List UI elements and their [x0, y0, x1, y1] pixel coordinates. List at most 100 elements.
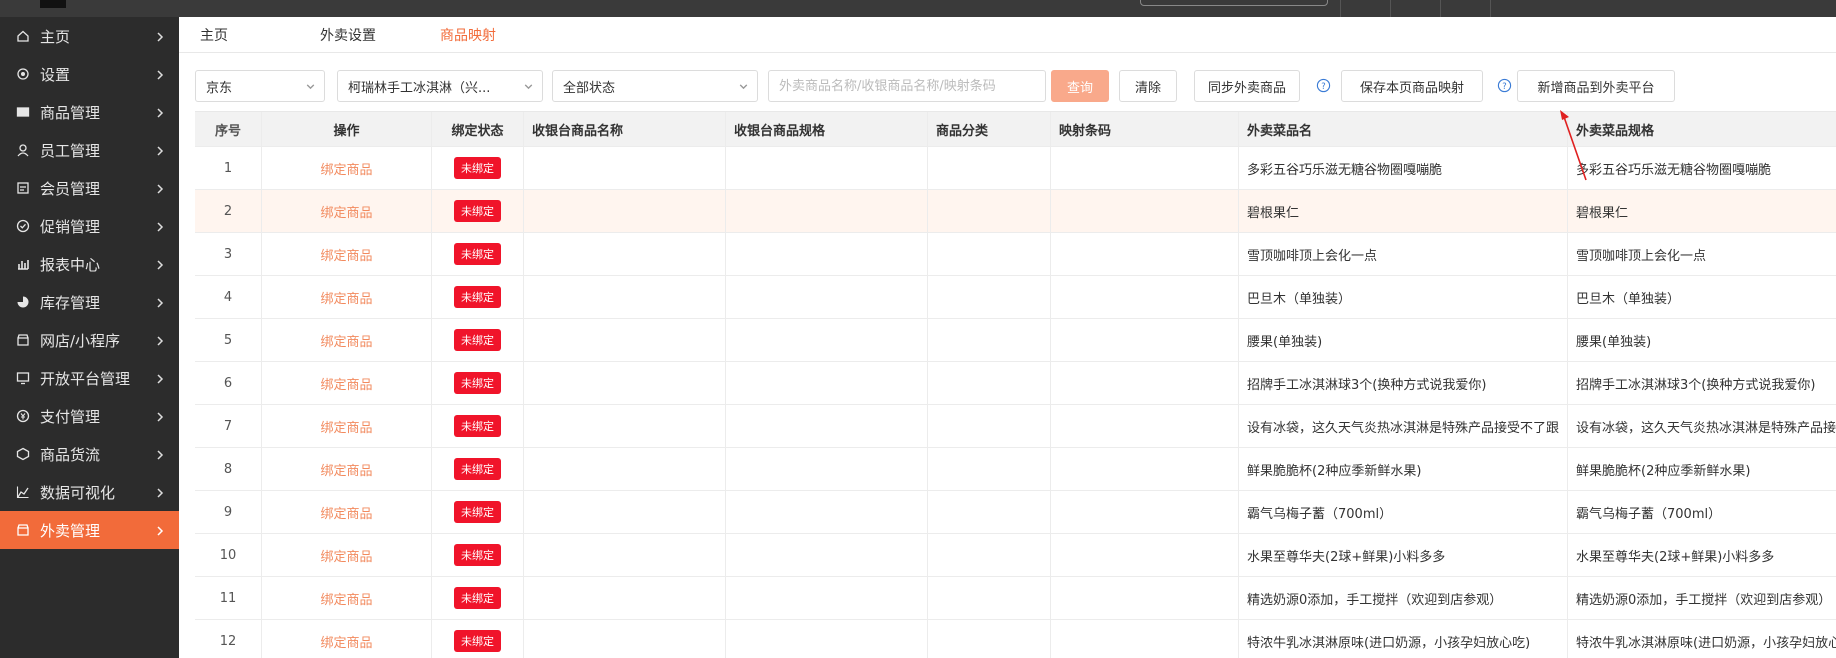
sidebar-item-label: 商品货流 — [40, 445, 101, 464]
bind-product-link[interactable]: 绑定商品 — [320, 331, 372, 350]
clear-button[interactable]: 清除 — [1119, 70, 1177, 102]
query-button[interactable]: 查询 — [1051, 70, 1109, 102]
save-page-mapping-button[interactable]: 保存本页商品映射 — [1341, 70, 1483, 102]
delivery-dish-name-cell: 雪顶咖啡顶上会化一点 — [1239, 233, 1568, 275]
sidebar-item[interactable]: 数据可视化 — [0, 473, 179, 511]
product-category-cell — [928, 276, 1051, 318]
pos-product-name-cell — [524, 362, 726, 404]
help-icon[interactable]: ? — [1497, 78, 1512, 93]
sidebar-item[interactable]: 开放平台管理 — [0, 359, 179, 397]
mapping-table: 序号 操作 绑定状态 收银台商品名称 收银台商品规格 商品分类 映射条码 外卖菜… — [195, 111, 1836, 658]
row-index: 9 — [223, 504, 233, 520]
mapping-barcode-cell — [1051, 362, 1239, 404]
bind-product-link[interactable]: 绑定商品 — [320, 159, 372, 178]
add-product-to-platform-button[interactable]: 新增商品到外卖平台 — [1517, 70, 1675, 102]
sidebar-item-label: 设置 — [40, 65, 71, 84]
delivery-dish-name-cell: 巴旦木（单独装） — [1239, 276, 1568, 318]
chevron-down-icon — [524, 84, 533, 90]
bind-product-link-cell: 绑定商品 — [262, 190, 432, 232]
product-category-cell — [928, 620, 1051, 658]
pos-product-spec-cell — [726, 190, 928, 232]
bind-status-badge: 未绑定 — [454, 458, 501, 480]
row-index-cell: 11 — [195, 577, 262, 619]
chevron-right-icon — [155, 67, 165, 85]
store-select[interactable]: 柯瑞林手工冰淇淋（兴... — [337, 70, 543, 102]
delivery-dish-spec-cell: 招牌手工冰淇淋球3个(换种方式说我爱你) — [1568, 362, 1836, 404]
row-index-cell: 7 — [195, 405, 262, 447]
table-row: 6 绑定商品 未绑定 招牌手工冰淇淋球3个(换种方式说我爱你) 招牌手工冰淇淋球3个(换… — [195, 362, 1836, 405]
chevron-right-icon — [155, 181, 165, 199]
bind-status-badge-cell: 未绑定 — [432, 233, 524, 275]
status-select[interactable]: 全部状态 — [552, 70, 758, 102]
delivery-dish-name: 霸气乌梅子蓄（700ml） — [1247, 506, 1393, 522]
sync-delivery-products-button[interactable]: 同步外卖商品 — [1194, 70, 1300, 102]
sidebar-item[interactable]: 促销管理 — [0, 207, 179, 245]
bind-product-link[interactable]: 绑定商品 — [320, 632, 372, 651]
product-category-cell — [928, 491, 1051, 533]
help-icon[interactable]: ? — [1316, 78, 1331, 93]
tab-product-mapping[interactable]: 商品映射 — [440, 25, 496, 45]
col-header-pos-spec: 收银台商品规格 — [726, 112, 928, 146]
delivery-dish-spec-cell: 巴旦木（单独装） — [1568, 276, 1836, 318]
sidebar-item[interactable]: 主页 — [0, 17, 179, 55]
col-header-pos-name: 收银台商品名称 — [524, 112, 726, 146]
chevron-right-icon — [155, 143, 165, 161]
platform-select-value: 京东 — [206, 80, 233, 96]
pos-product-spec-cell — [726, 147, 928, 189]
row-index: 8 — [223, 461, 233, 477]
bind-product-link-cell: 绑定商品 — [262, 448, 432, 490]
sidebar-item[interactable]: 库存管理 — [0, 283, 179, 321]
search-input[interactable] — [768, 70, 1046, 102]
sidebar-item-label: 促销管理 — [40, 217, 101, 236]
bind-status-badge-cell: 未绑定 — [432, 276, 524, 318]
bind-status-badge: 未绑定 — [454, 544, 501, 566]
sidebar-item[interactable]: 会员管理 — [0, 169, 179, 207]
product-category-cell — [928, 190, 1051, 232]
chevron-right-icon — [155, 447, 165, 465]
tab-home[interactable]: 主页 — [200, 25, 228, 45]
pos-product-name-cell — [524, 534, 726, 576]
bind-product-link[interactable]: 绑定商品 — [320, 202, 372, 221]
sidebar-item[interactable]: 员工管理 — [0, 131, 179, 169]
product-category-cell — [928, 577, 1051, 619]
pos-product-name-cell — [524, 233, 726, 275]
bind-product-link[interactable]: 绑定商品 — [320, 460, 372, 479]
sidebar-item[interactable]: 商品货流 — [0, 435, 179, 473]
row-index-cell: 12 — [195, 620, 262, 658]
mapping-barcode-cell — [1051, 534, 1239, 576]
sidebar-item[interactable]: 商品管理 — [0, 93, 179, 131]
sidebar-item[interactable]: 报表中心 — [0, 245, 179, 283]
sidebar-item-label: 主页 — [40, 27, 71, 46]
delivery-dish-spec: 雪顶咖啡顶上会化一点 — [1576, 248, 1707, 264]
top-divider — [1440, 0, 1441, 17]
chevron-right-icon — [155, 295, 165, 313]
top-search-box[interactable] — [1140, 0, 1328, 6]
bind-status-badge: 未绑定 — [454, 372, 501, 394]
sidebar-item[interactable]: 支付管理 — [0, 397, 179, 435]
bind-status-badge-cell: 未绑定 — [432, 147, 524, 189]
bind-product-link-cell: 绑定商品 — [262, 534, 432, 576]
bind-product-link[interactable]: 绑定商品 — [320, 503, 372, 522]
bind-product-link[interactable]: 绑定商品 — [320, 245, 372, 264]
sidebar-item[interactable]: 设置 — [0, 55, 179, 93]
pos-product-spec-cell — [726, 233, 928, 275]
sidebar-item-label: 支付管理 — [40, 407, 101, 426]
tab-delivery-settings[interactable]: 外卖设置 — [320, 25, 376, 45]
sidebar-item[interactable]: 外卖管理 — [0, 511, 179, 549]
pos-product-name-cell — [524, 405, 726, 447]
bind-product-link[interactable]: 绑定商品 — [320, 589, 372, 608]
bind-status-badge: 未绑定 — [454, 200, 501, 222]
platform-select[interactable]: 京东 — [195, 70, 325, 102]
row-index: 5 — [223, 332, 233, 348]
bind-product-link[interactable]: 绑定商品 — [320, 288, 372, 307]
bind-status-badge: 未绑定 — [454, 587, 501, 609]
delivery-icon — [16, 523, 30, 537]
bind-product-link[interactable]: 绑定商品 — [320, 546, 372, 565]
sidebar-item[interactable]: 网店/小程序 — [0, 321, 179, 359]
bind-product-link[interactable]: 绑定商品 — [320, 417, 372, 436]
report-icon — [16, 257, 30, 271]
bind-status-badge: 未绑定 — [454, 630, 501, 652]
chevron-right-icon — [155, 485, 165, 503]
goods-icon — [16, 105, 30, 119]
bind-product-link[interactable]: 绑定商品 — [320, 374, 372, 393]
